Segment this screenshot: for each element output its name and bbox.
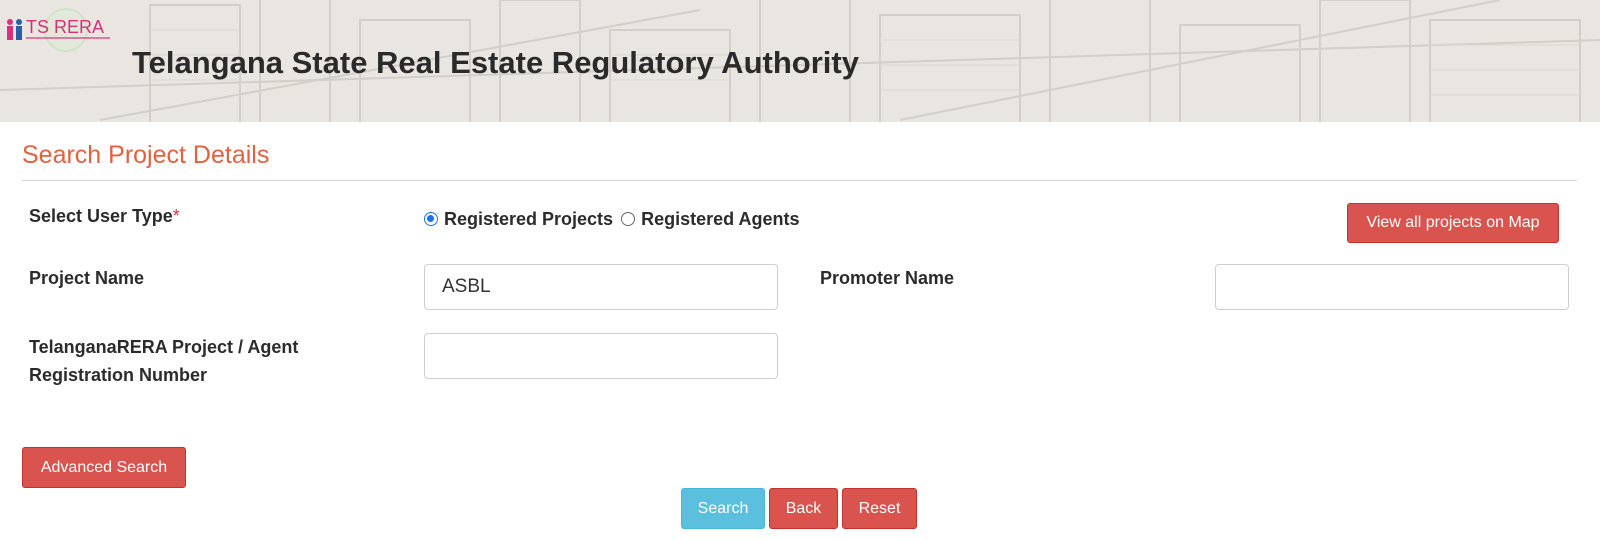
- user-type-label: Select User Type*: [29, 202, 180, 230]
- registration-number-label: TelanganaRERA Project / Agent Registrati…: [29, 333, 298, 389]
- radio-registered-projects[interactable]: [424, 212, 438, 226]
- site-title: Telangana State Real Estate Regulatory A…: [132, 45, 859, 80]
- page-title: Search Project Details: [22, 141, 270, 169]
- section-divider: [22, 180, 1577, 181]
- user-type-radio-group: Registered Projects Registered Agents: [424, 205, 807, 233]
- registration-number-label-line1: TelanganaRERA Project / Agent: [29, 337, 299, 357]
- registration-number-input[interactable]: [424, 333, 778, 379]
- view-map-button[interactable]: View all projects on Map: [1347, 203, 1559, 243]
- people-figures-icon: [7, 19, 22, 40]
- radio-registered-agents-label[interactable]: Registered Agents: [641, 209, 799, 230]
- required-mark: *: [172, 206, 180, 226]
- logo-text: TS RERA: [26, 17, 105, 37]
- radio-registered-projects-label[interactable]: Registered Projects: [444, 209, 613, 230]
- site-header: TS RERA Telangana State Real Estate Regu…: [0, 0, 1600, 122]
- reset-button[interactable]: Reset: [842, 488, 917, 529]
- registration-number-label-line2: Registration Number: [29, 365, 208, 385]
- project-name-label: Project Name: [29, 268, 145, 288]
- project-name-input[interactable]: [424, 264, 778, 310]
- user-type-label-text: Select User Type: [29, 206, 173, 226]
- ts-rera-logo[interactable]: TS RERA: [2, 8, 112, 54]
- radio-registered-agents[interactable]: [621, 212, 636, 226]
- back-button[interactable]: Back: [769, 488, 838, 529]
- logo-underline: [26, 37, 110, 39]
- advanced-search-button[interactable]: Advanced Search: [22, 447, 186, 488]
- promoter-name-input[interactable]: [1215, 264, 1569, 310]
- promoter-name-label: Promoter Name: [820, 268, 955, 288]
- search-button[interactable]: Search: [681, 488, 765, 529]
